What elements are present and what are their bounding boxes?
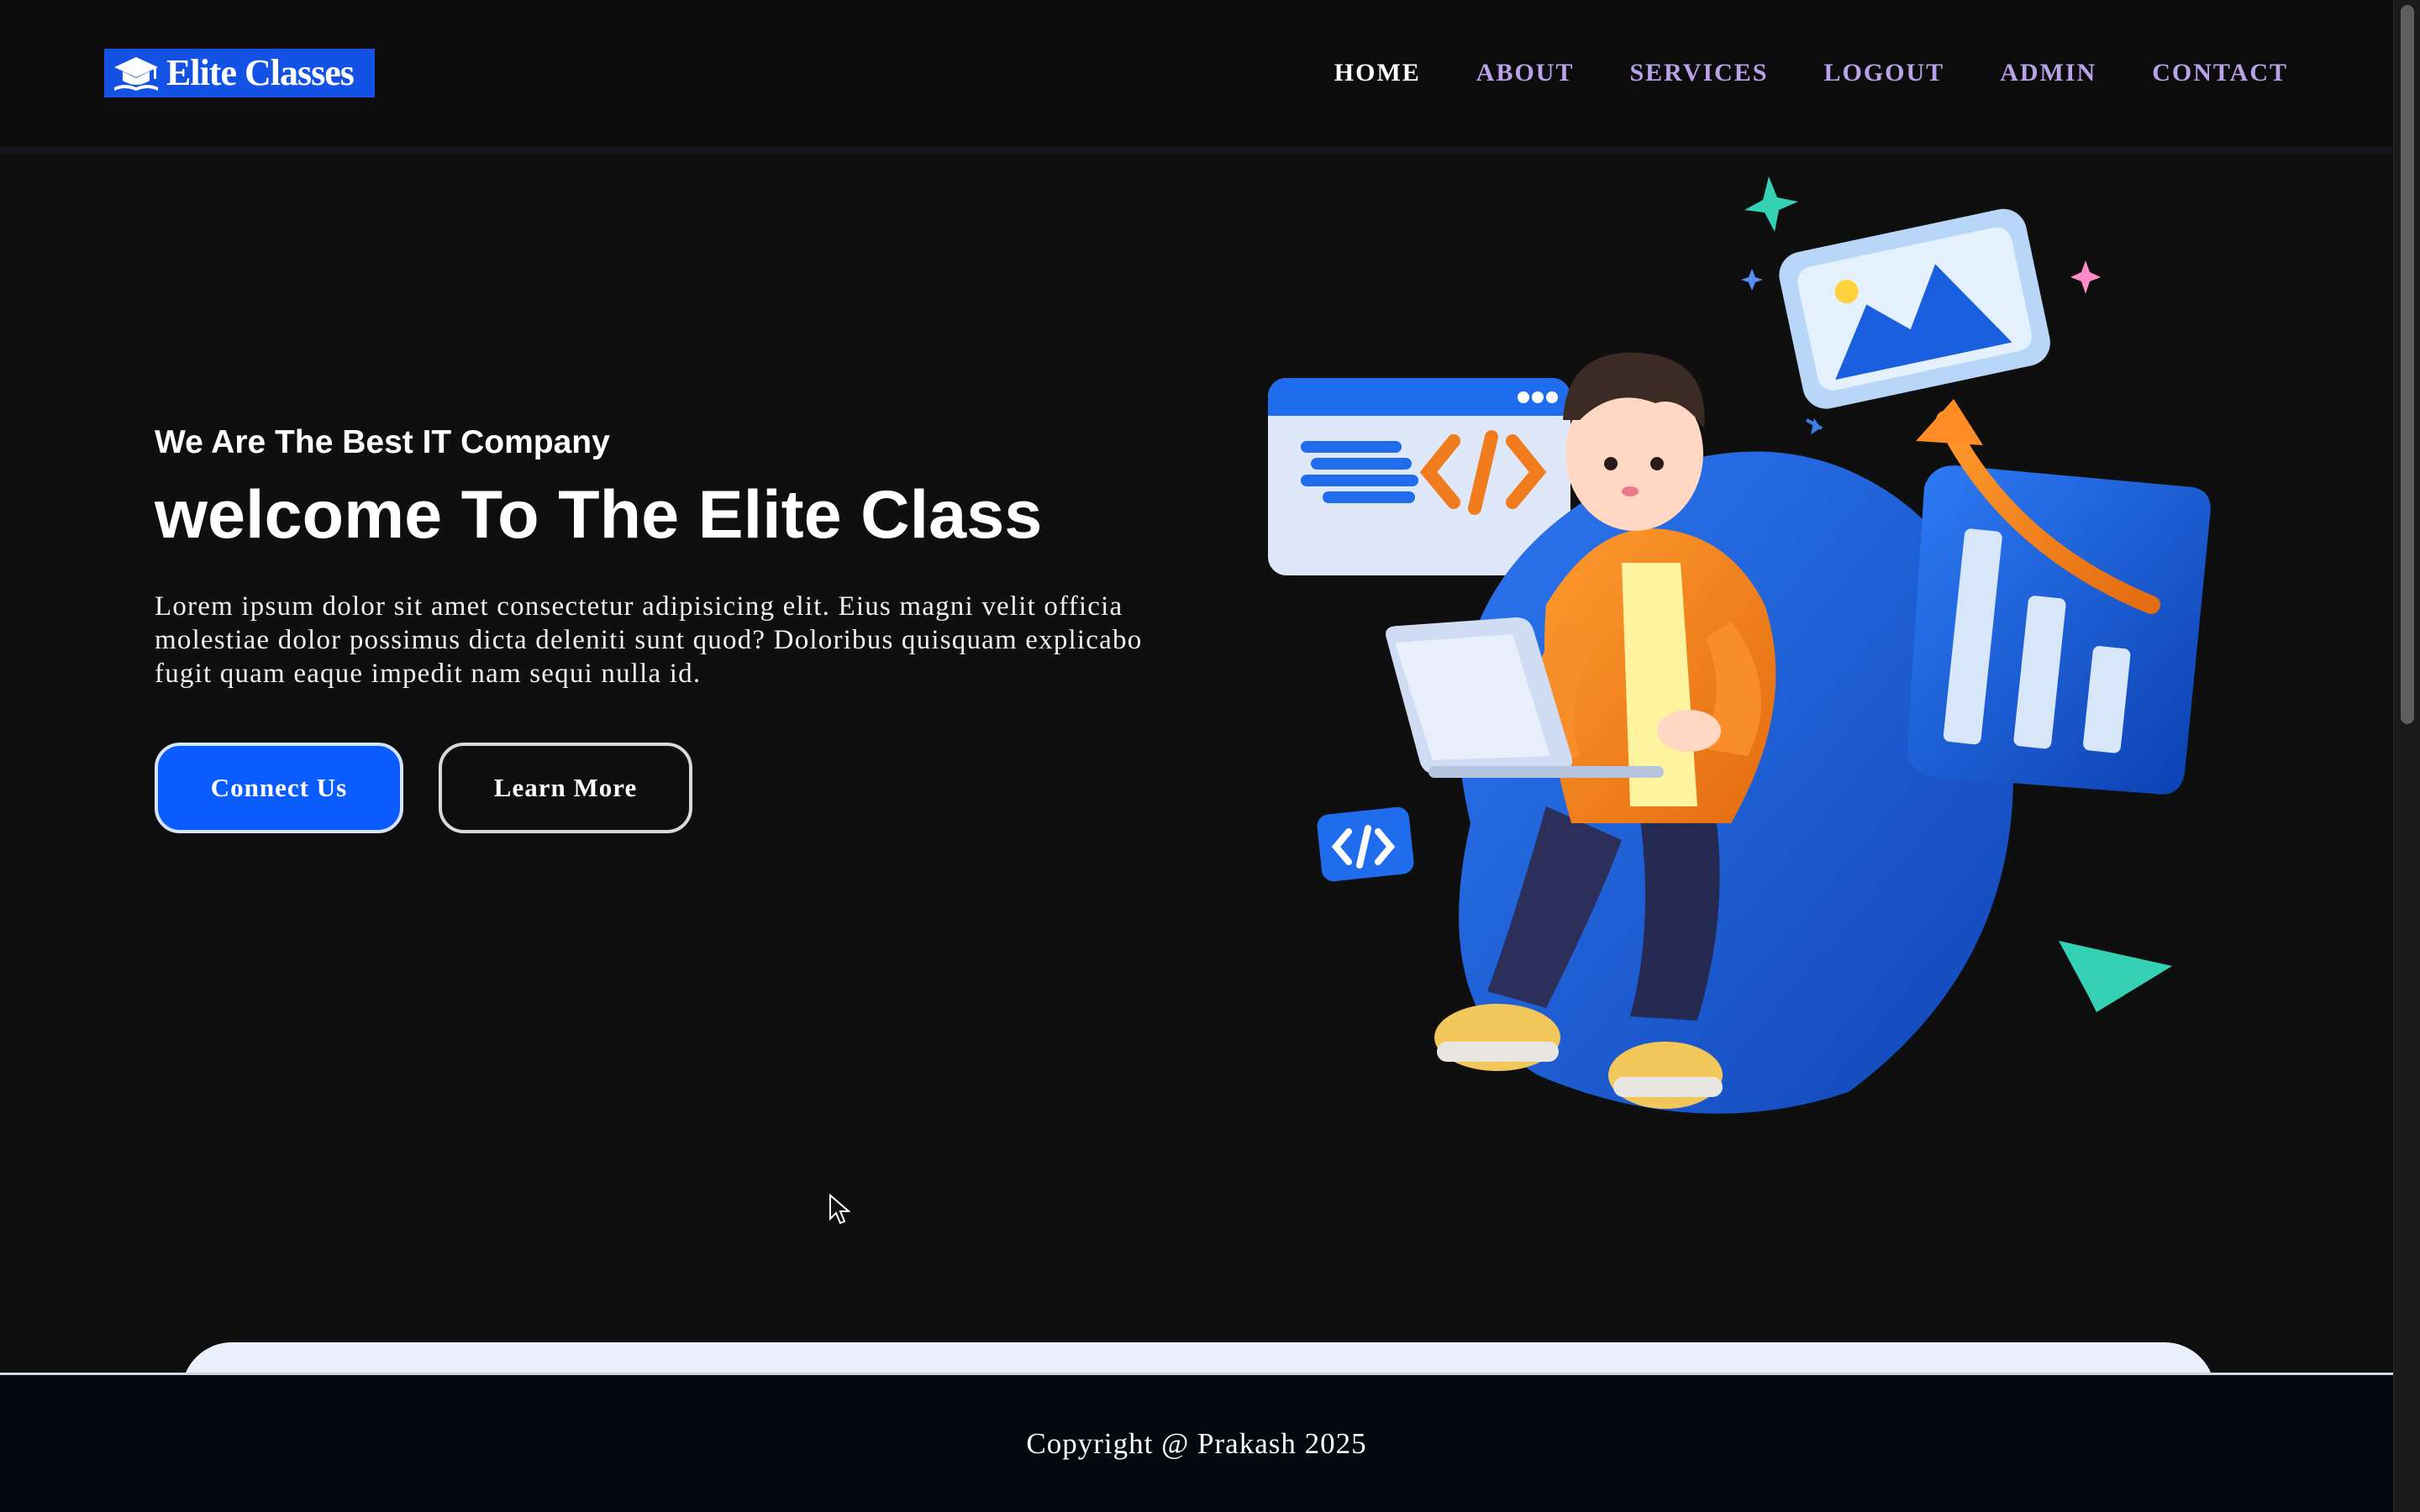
paper-plane-icon	[2059, 941, 2172, 1012]
nav-logout[interactable]: LOGOUT	[1824, 59, 1945, 87]
nav-contact[interactable]: CONTACT	[2152, 59, 2288, 87]
code-window-icon	[1268, 378, 1570, 575]
hero-subtitle: We Are The Best IT Company	[155, 424, 610, 460]
learn-more-button[interactable]: Learn More	[439, 743, 692, 833]
site-footer: Copyright @ Prakash 2025	[0, 1373, 2393, 1512]
scrollbar-thumb[interactable]	[2401, 5, 2414, 724]
connect-us-button[interactable]: Connect Us	[155, 743, 403, 833]
nav-services[interactable]: SERVICES	[1629, 59, 1768, 87]
hero-description: Lorem ipsum dolor sit amet consectetur a…	[155, 591, 1143, 689]
copyright-text: Copyright @ Prakash 2025	[1026, 1426, 1367, 1460]
page-scrollbar[interactable]	[2393, 0, 2420, 1512]
bar-chart-icon	[1907, 399, 2211, 795]
mouse-pointer-icon	[829, 1193, 851, 1230]
site-header: Elite Classes HOME ABOUT SERVICES LOGOUT…	[0, 0, 2393, 155]
main-nav: HOME ABOUT SERVICES LOGOUT ADMIN CONTACT	[1334, 59, 2288, 87]
hero-section: We Are The Best IT Company welcome To Th…	[155, 424, 1146, 833]
graduation-cap-icon	[113, 54, 160, 92]
nav-admin[interactable]: ADMIN	[2000, 59, 2096, 87]
logo-text: Elite Classes	[166, 52, 355, 93]
hero-illustration	[1260, 168, 2227, 1126]
code-badge-icon	[1317, 806, 1414, 882]
nav-about[interactable]: ABOUT	[1476, 59, 1575, 87]
hero-buttons: Connect Us Learn More	[155, 743, 1146, 833]
hero-title: welcome To The Elite Class	[155, 477, 1043, 553]
sparkle-icon	[1744, 176, 1798, 232]
nav-home[interactable]: HOME	[1334, 59, 1421, 87]
image-card-icon	[1779, 208, 2050, 409]
brand-logo[interactable]: Elite Classes	[104, 49, 375, 97]
